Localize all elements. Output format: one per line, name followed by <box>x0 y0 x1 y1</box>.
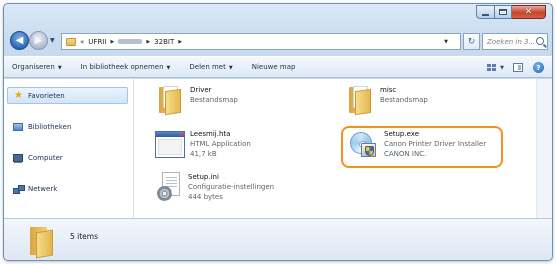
file-type: Bestandsmap <box>380 96 428 104</box>
content-area: ★ Favorieten Bibliotheken Computer Netwe… <box>4 79 552 218</box>
breadcrumb-ufrii[interactable]: UFRII <box>88 38 106 46</box>
library-icon <box>13 123 23 131</box>
file-type: Bestandsmap <box>190 96 238 104</box>
dropdown-arrow-icon: ▼ <box>166 65 171 71</box>
details-pane: 5 items <box>4 218 552 260</box>
item-count: 5 items <box>70 232 99 241</box>
toolbar-right: ▼ ? <box>487 62 544 73</box>
nav-item-libraries[interactable]: Bibliotheken <box>13 123 71 131</box>
new-folder-label: Nieuwe map <box>251 63 296 71</box>
search-input[interactable]: Zoeken in 3... <box>482 33 548 50</box>
folder-icon <box>30 225 56 259</box>
file-size: 444 bytes <box>188 193 223 201</box>
search-icon[interactable] <box>536 37 544 45</box>
file-item-setup-exe[interactable]: Setup.exe Canon Printer Driver Installer… <box>347 129 486 161</box>
settings-file-icon <box>157 172 183 202</box>
file-name: Setup.ini <box>188 173 219 181</box>
forward-button[interactable]: ▶ <box>29 31 48 50</box>
file-text: misc Bestandsmap <box>380 85 428 115</box>
share-with-label: Delen met <box>189 63 226 71</box>
file-item-leesmij[interactable]: Leesmij.hta HTML Application 41,7 kB <box>155 129 251 159</box>
file-text: Setup.exe Canon Printer Driver Installer… <box>384 129 486 161</box>
change-view-icon[interactable] <box>487 63 497 72</box>
file-item-setup-ini[interactable]: Setup.ini Configuratie-instellingen 444 … <box>157 172 274 202</box>
file-type: Configuratie-instellingen <box>188 183 275 191</box>
back-arrow-icon: ◀ <box>15 35 24 46</box>
file-name: Setup.exe <box>384 130 420 138</box>
back-button[interactable]: ◀ <box>10 31 29 50</box>
recent-pages-dropdown[interactable]: ▼ <box>50 37 55 44</box>
nav-item-computer[interactable]: Computer <box>13 154 63 162</box>
forward-arrow-icon: ▶ <box>34 35 43 46</box>
dropdown-arrow-icon: ▼ <box>228 65 233 71</box>
file-name: misc <box>380 86 397 94</box>
organize-menu[interactable]: Organiseren ▼ <box>12 63 62 71</box>
file-text: Leesmij.hta HTML Application 41,7 kB <box>190 129 251 159</box>
close-icon: ✕ <box>524 6 533 17</box>
folder-icon <box>155 85 185 116</box>
address-row: ◀ ▶ ▼ « UFRII ▶ ▶ 32BIT ▶ ▼ ↻ Zoeken in … <box>4 28 552 54</box>
caption-buttons: ✕ <box>476 5 546 19</box>
file-company: CANON INC. <box>384 150 427 158</box>
file-name: Leesmij.hta <box>190 130 231 138</box>
folder-icon <box>345 85 375 116</box>
nav-label: Netwerk <box>28 185 58 193</box>
include-in-library-menu[interactable]: In bibliotheek opnemen ▼ <box>81 63 171 71</box>
nav-label: Bibliotheken <box>28 123 72 131</box>
maximize-icon <box>499 9 507 15</box>
breadcrumb-separator-icon[interactable]: ▶ <box>146 39 150 45</box>
explorer-window: ✕ ◀ ▶ ▼ « UFRII ▶ ▶ 32BIT ▶ ▼ ↻ Zoeken i… <box>3 3 553 261</box>
address-history-dropdown[interactable]: ▼ <box>444 39 448 45</box>
minimize-icon <box>482 13 489 16</box>
address-bar[interactable]: « UFRII ▶ ▶ 32BIT ▶ ▼ <box>61 33 461 50</box>
preview-pane-icon[interactable] <box>513 63 523 72</box>
file-list: Driver Bestandsmap misc Bestandsmap Lees… <box>135 79 536 218</box>
include-in-library-label: In bibliotheek opnemen <box>80 63 164 71</box>
html-application-icon <box>155 131 185 158</box>
breadcrumb-separator-icon[interactable]: ▶ <box>110 39 114 45</box>
breadcrumb-separator-icon[interactable]: ▶ <box>178 39 182 45</box>
share-with-menu[interactable]: Delen met ▼ <box>189 63 232 71</box>
file-size: 41,7 kB <box>190 150 217 158</box>
view-dropdown-arrow-icon[interactable]: ▼ <box>500 65 504 71</box>
new-folder-button[interactable]: Nieuwe map <box>252 63 296 71</box>
breadcrumb-32bit[interactable]: 32BIT <box>154 38 174 46</box>
refresh-icon: ↻ <box>467 36 476 47</box>
dropdown-arrow-icon: ▼ <box>57 65 62 71</box>
nav-label: Computer <box>28 154 63 162</box>
file-text: Driver Bestandsmap <box>190 85 238 115</box>
vertical-scrollbar[interactable] <box>536 79 552 218</box>
installer-icon <box>347 129 379 161</box>
close-button[interactable]: ✕ <box>512 5 546 19</box>
folder-icon <box>66 37 76 46</box>
minimize-button[interactable] <box>476 5 495 19</box>
organize-label: Organiseren <box>12 63 55 71</box>
nav-item-network[interactable]: Netwerk <box>13 185 58 194</box>
maximize-button[interactable] <box>495 5 512 19</box>
search-placeholder: Zoeken in 3... <box>487 37 536 46</box>
file-name: Driver <box>190 86 212 94</box>
breadcrumb-hidden-segment[interactable] <box>118 39 143 44</box>
breadcrumb-overflow[interactable]: « <box>80 38 84 46</box>
refresh-button[interactable]: ↻ <box>463 33 480 50</box>
computer-icon <box>13 154 23 162</box>
help-icon[interactable]: ? <box>533 62 544 73</box>
file-text: Setup.ini Configuratie-instellingen 444 … <box>188 172 274 202</box>
network-icon <box>13 185 25 194</box>
file-item-misc[interactable]: misc Bestandsmap <box>345 85 428 116</box>
command-bar: Organiseren ▼ In bibliotheek opnemen ▼ Del… <box>4 56 552 78</box>
nav-item-favorites[interactable]: ★ Favorieten <box>7 87 128 104</box>
star-icon: ★ <box>14 89 23 101</box>
nav-label: Favorieten <box>27 91 65 100</box>
file-description: Canon Printer Driver Installer <box>384 140 487 148</box>
navigation-pane: ★ Favorieten Bibliotheken Computer Netwe… <box>4 79 134 218</box>
file-type: HTML Application <box>190 140 251 148</box>
file-item-driver[interactable]: Driver Bestandsmap <box>155 85 238 116</box>
